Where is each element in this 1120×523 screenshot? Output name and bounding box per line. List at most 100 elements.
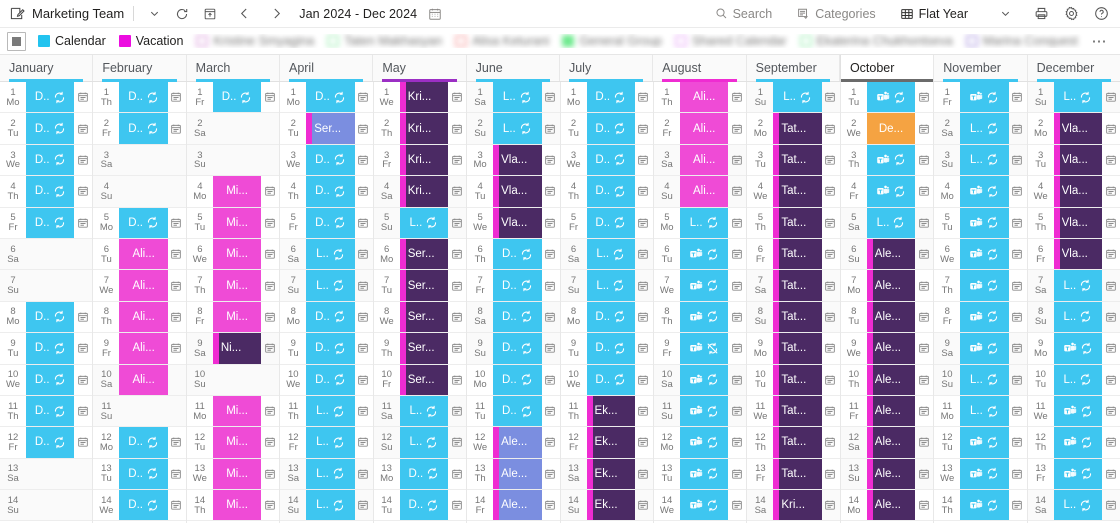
note-icon-slot[interactable] [448, 185, 465, 197]
note-icon-slot[interactable] [355, 217, 372, 229]
note-icon-slot[interactable] [168, 123, 185, 135]
month-header-august[interactable]: August [653, 55, 747, 82]
event-chip[interactable]: Ale... [866, 364, 916, 395]
note-icon-slot[interactable] [355, 499, 372, 511]
day-cell[interactable]: 6 Su Ale... [840, 238, 934, 271]
day-cell[interactable]: 14 Sa L.. [1027, 490, 1120, 522]
note-icon-slot[interactable] [355, 248, 372, 260]
note-icon-slot[interactable] [542, 123, 559, 135]
event-chip[interactable]: D.. [26, 176, 75, 207]
note-icon-slot[interactable] [635, 468, 652, 480]
note-icon-slot[interactable] [728, 280, 745, 292]
day-cell[interactable]: 11 Th D.. [0, 395, 93, 428]
note-icon-slot[interactable] [728, 405, 745, 417]
note-icon-slot[interactable] [1102, 405, 1119, 417]
note-icon-slot[interactable] [1102, 311, 1119, 323]
event-chip[interactable]: D.. [119, 113, 168, 144]
note-icon-slot[interactable] [74, 342, 91, 354]
note-icon-slot[interactable] [635, 217, 652, 229]
event-chip[interactable]: L.. [1053, 82, 1103, 113]
note-icon-slot[interactable] [1009, 468, 1026, 480]
event-chip[interactable]: Ser... [399, 238, 449, 270]
day-cell[interactable]: 2 Tu D.. [0, 113, 93, 145]
event-chip[interactable] [866, 144, 916, 176]
day-cell[interactable]: 8 Mo D.. [560, 301, 653, 334]
day-cell[interactable]: 1 Mo D.. [0, 82, 93, 114]
day-cell[interactable]: 8 Mo D.. [0, 301, 93, 334]
note-icon-slot[interactable] [355, 436, 372, 448]
event-chip[interactable]: D.. [306, 207, 355, 238]
day-cell[interactable]: 12 Mo [653, 427, 747, 459]
day-cell[interactable]: 8 We Ser... [373, 301, 467, 334]
note-icon-slot[interactable] [1009, 248, 1026, 260]
event-chip[interactable]: D.. [306, 176, 355, 207]
gear-icon[interactable] [1060, 3, 1082, 25]
day-cell[interactable]: 11 Su [653, 395, 747, 428]
note-icon-slot[interactable] [542, 185, 559, 197]
event-chip[interactable]: L.. [1053, 301, 1103, 333]
event-chip[interactable]: Vla... [1053, 176, 1103, 207]
note-icon-slot[interactable] [728, 499, 745, 511]
event-chip[interactable]: De... [866, 113, 916, 144]
note-icon-slot[interactable] [1102, 436, 1119, 448]
event-chip[interactable]: L.. [773, 82, 822, 113]
day-cell[interactable]: 1 Fr [934, 82, 1027, 114]
note-icon-slot[interactable] [261, 405, 278, 417]
day-cell[interactable]: 10 Fr Ser... [373, 364, 467, 396]
event-chip[interactable]: D.. [26, 427, 75, 458]
note-icon-slot[interactable] [448, 499, 465, 511]
event-chip[interactable] [679, 395, 729, 427]
note-icon-slot[interactable] [1009, 436, 1026, 448]
note-icon-slot[interactable] [74, 374, 91, 386]
event-chip[interactable] [960, 490, 1009, 521]
event-chip[interactable]: D.. [586, 301, 635, 333]
day-cell[interactable]: 11 Su [93, 395, 186, 428]
note-icon-slot[interactable] [261, 342, 278, 354]
event-chip[interactable] [1053, 333, 1103, 364]
event-chip[interactable]: Tat... [773, 270, 822, 301]
note-icon-slot[interactable] [74, 436, 91, 448]
note-icon-slot[interactable] [635, 123, 652, 135]
note-icon-slot[interactable] [728, 468, 745, 480]
event-chip[interactable] [679, 238, 729, 270]
day-cell[interactable]: 10 Sa [653, 364, 747, 396]
event-chip[interactable]: Ali... [679, 113, 729, 144]
note-icon-slot[interactable] [448, 154, 465, 166]
day-cell[interactable]: 4 Mo [934, 176, 1027, 208]
day-cell[interactable]: 13 Su Ale... [840, 458, 934, 491]
month-header-may[interactable]: May [373, 55, 467, 82]
note-icon-slot[interactable] [915, 342, 932, 354]
day-cell[interactable]: 4 Su [93, 176, 186, 208]
event-chip[interactable] [679, 333, 729, 364]
day-cell[interactable]: 3 We D.. [280, 144, 373, 177]
note-icon-slot[interactable] [448, 468, 465, 480]
day-cell[interactable]: 9 Sa [934, 333, 1027, 365]
event-chip[interactable]: Ek... [586, 427, 635, 458]
day-cell[interactable]: 13 Tu D.. [93, 458, 186, 491]
note-icon-slot[interactable] [1102, 468, 1119, 480]
day-cell[interactable]: 5 Su L.. [373, 207, 467, 239]
day-cell[interactable]: 11 Tu D.. [467, 395, 560, 428]
day-cell[interactable]: 6 Tu Ali... [93, 238, 186, 271]
day-cell[interactable]: 13 Fr Tat... [747, 458, 840, 491]
note-icon-slot[interactable] [448, 91, 465, 103]
event-chip[interactable]: Ali... [679, 82, 729, 113]
day-cell[interactable]: 8 Mo D.. [280, 301, 373, 334]
event-chip[interactable] [679, 364, 729, 395]
day-cell[interactable]: 9 Th Ser... [373, 333, 467, 365]
event-chip[interactable]: L.. [679, 207, 729, 238]
event-chip[interactable]: L.. [399, 395, 449, 427]
event-chip[interactable] [679, 427, 729, 458]
day-cell[interactable]: 6 Sa L.. [560, 238, 653, 271]
app-title-group[interactable]: Marketing Team [10, 6, 124, 21]
event-chip[interactable]: D.. [586, 207, 635, 238]
event-chip[interactable]: Mi... [212, 238, 262, 270]
day-cell[interactable]: 4 Sa Kri... [373, 176, 467, 208]
note-icon-slot[interactable] [1102, 342, 1119, 354]
event-chip[interactable]: D.. [586, 113, 635, 144]
select-all-icon[interactable] [7, 31, 26, 51]
note-icon-slot[interactable] [448, 280, 465, 292]
day-cell[interactable]: 8 Fr Mi... [186, 301, 280, 334]
event-chip[interactable]: D.. [212, 82, 262, 113]
event-chip[interactable]: Tat... [773, 333, 822, 364]
